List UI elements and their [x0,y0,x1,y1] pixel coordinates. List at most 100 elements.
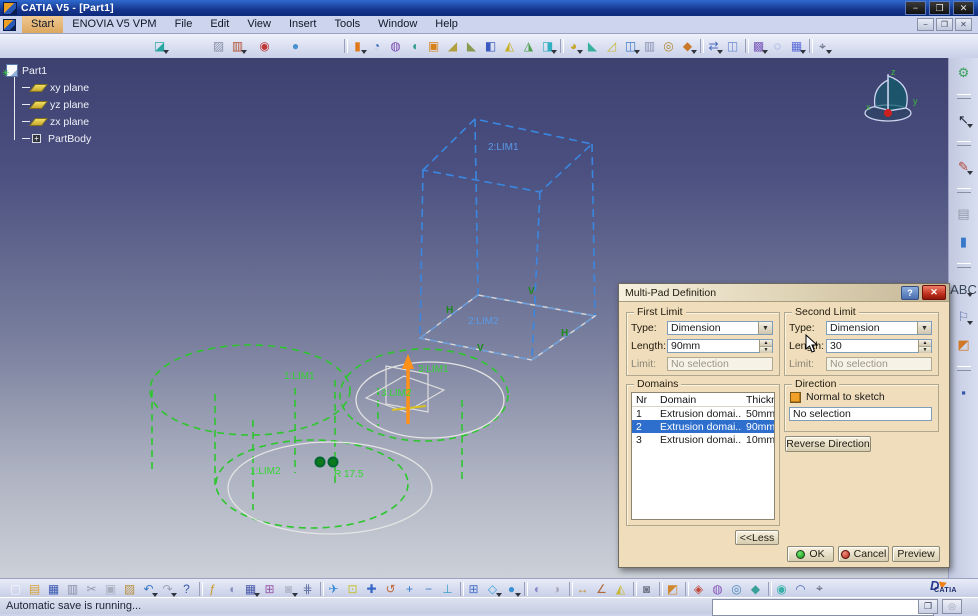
text-annotation-icon[interactable]: ABC [954,280,973,298]
chevron-down-icon[interactable]: ▼ [758,322,772,334]
menu-help[interactable]: Help [426,16,467,33]
menu-tools[interactable]: Tools [325,16,369,33]
minimize-button[interactable]: − [905,1,926,15]
domain-row-3[interactable]: 3 Extrusion domai... 10mm [632,433,774,446]
knowledge-expert-icon[interactable]: ◆ [746,580,765,598]
copy-icon[interactable]: ▣ [101,580,120,598]
pan-icon[interactable]: ✚ [362,580,381,598]
reverse-direction-button[interactable]: Reverse Direction [785,436,871,452]
zoom-out-icon[interactable]: − [419,580,438,598]
visible-space-icon[interactable]: ◑ [547,580,566,598]
inertia-icon[interactable]: ◭ [611,580,630,598]
undo-icon[interactable]: ↶ [139,580,158,598]
copy-object-icon[interactable]: ▥ [228,37,247,55]
direction-selection-field[interactable]: No selection [789,407,932,421]
view-modes-icon[interactable]: ▤ [954,205,973,223]
thick-surface-icon[interactable]: ◨ [538,37,557,55]
measure-between-icon[interactable]: ↔ [573,580,592,598]
domains-list[interactable]: Nr Domain Thickness 1 Extrusion domai...… [631,392,775,520]
command-window-button[interactable]: ❐ [918,599,938,614]
groove-icon[interactable]: ◖ [405,37,424,55]
knowledge-reaction-icon[interactable]: ◎ [727,580,746,598]
instantiate-icon[interactable]: ◉ [255,37,274,55]
surface-workbench-icon[interactable]: ◪ [150,37,169,55]
design-table-icon[interactable]: ⊞ [260,580,279,598]
fillet-icon[interactable]: ◕ [564,37,583,55]
dialog-close-button[interactable]: ✕ [922,285,946,300]
second-limit-length-field[interactable]: 30 ▲▼ [826,339,932,353]
pocket-icon[interactable]: ◔ [367,37,386,55]
apply-material-icon[interactable]: ◩ [954,336,973,354]
menu-file[interactable]: File [166,16,202,33]
menu-edit[interactable]: Edit [201,16,238,33]
chevron-down-icon[interactable]: ▼ [917,322,931,334]
tree-item-xy-plane[interactable]: xy plane [22,79,91,96]
menu-start[interactable]: Start [22,16,63,33]
shell-icon[interactable]: ◫ [621,37,640,55]
grid-pattern-icon[interactable]: ▦ [787,37,806,55]
tree-root-part1[interactable]: ✳ Part1 [6,62,91,79]
hide-show-icon[interactable]: ◐ [528,580,547,598]
fit-all-icon[interactable]: ⊡ [343,580,362,598]
domain-row-2[interactable]: 2 Extrusion domai... 90mm [632,420,774,433]
mirror-icon[interactable]: ◫ [723,37,742,55]
menu-window[interactable]: Window [369,16,426,33]
power-input-field[interactable] [712,599,934,616]
draft-icon[interactable]: ◿ [602,37,621,55]
tree-item-partbody[interactable]: + PartBody [22,130,91,147]
fly-mode-icon[interactable]: ✈ [324,580,343,598]
less-button[interactable]: <<Less [735,530,779,545]
save-icon[interactable]: ▦ [44,580,63,598]
normal-view-icon[interactable]: ⊥ [438,580,457,598]
sew-surface-icon[interactable]: ◆ [678,37,697,55]
pad-icon[interactable]: ▮ [348,37,367,55]
paint-material-icon[interactable]: ◩ [663,580,682,598]
view-compass[interactable]: z y x [858,66,920,124]
spiral-icon[interactable]: ◉ [772,580,791,598]
dialog-title-bar[interactable]: Multi-Pad Definition ? ✕ [619,284,949,302]
restore-button[interactable]: ❐ [929,1,950,15]
mdi-minimize-button[interactable]: − [917,18,934,31]
mdi-close-button[interactable]: ✕ [955,18,972,31]
circ-pattern-icon[interactable]: ◌ [768,37,787,55]
spinner-arrows[interactable]: ▲▼ [918,340,931,352]
axis-system-icon[interactable]: ⌖ [813,37,832,55]
slot-icon[interactable]: ◣ [462,37,481,55]
zoom-in-icon[interactable]: + [400,580,419,598]
iso-view-icon[interactable]: ◇ [483,580,502,598]
multi-view-icon[interactable]: ⊞ [464,580,483,598]
relations-icon[interactable]: ⋕ [298,580,317,598]
knowledge-rule-icon[interactable]: ◍ [708,580,727,598]
calculator-icon[interactable]: ▦ [241,580,260,598]
measure-item-icon[interactable]: ∠ [592,580,611,598]
rotate-icon[interactable]: ↺ [381,580,400,598]
axes-tree-icon[interactable]: ⌖ [810,580,829,598]
mdi-restore-button[interactable]: ❐ [936,18,953,31]
normal-to-sketch-checkbox[interactable] [790,392,801,403]
enovia-gear-icon[interactable]: ⚙ [954,64,973,82]
ok-button[interactable]: OK [787,546,834,562]
translation-icon[interactable]: ⇄ [704,37,723,55]
menu-insert[interactable]: Insert [280,16,326,33]
paste-format-icon[interactable]: ▨ [209,37,228,55]
tree-item-zx-plane[interactable]: zx plane [22,113,91,130]
paste-icon[interactable]: ▨ [120,580,139,598]
loft-icon[interactable]: ◭ [500,37,519,55]
hole-icon[interactable]: ▣ [424,37,443,55]
first-limit-length-field[interactable]: 90mm ▲▼ [667,339,773,353]
spinner-arrows[interactable]: ▲▼ [759,340,772,352]
thread-icon[interactable]: ◎ [659,37,678,55]
rect-pattern-icon[interactable]: ▩ [749,37,768,55]
tree-item-yz-plane[interactable]: yz plane [22,96,91,113]
flag-note-icon[interactable]: ⚐ [954,308,973,326]
menu-view[interactable]: View [238,16,280,33]
domain-row-1[interactable]: 1 Extrusion domai... 50mm [632,407,774,420]
second-limit-type-combo[interactable]: Dimension▼ [826,321,932,335]
chamfer-icon[interactable]: ◣ [583,37,602,55]
sketcher-icon[interactable]: ✎ [954,158,973,176]
preview-button[interactable]: Preview [892,546,940,562]
formula-icon[interactable]: ƒ [203,580,222,598]
rib-icon[interactable]: ◢ [443,37,462,55]
knowledge-check-icon[interactable]: ◈ [689,580,708,598]
camera-icon[interactable]: ◙ [637,580,656,598]
